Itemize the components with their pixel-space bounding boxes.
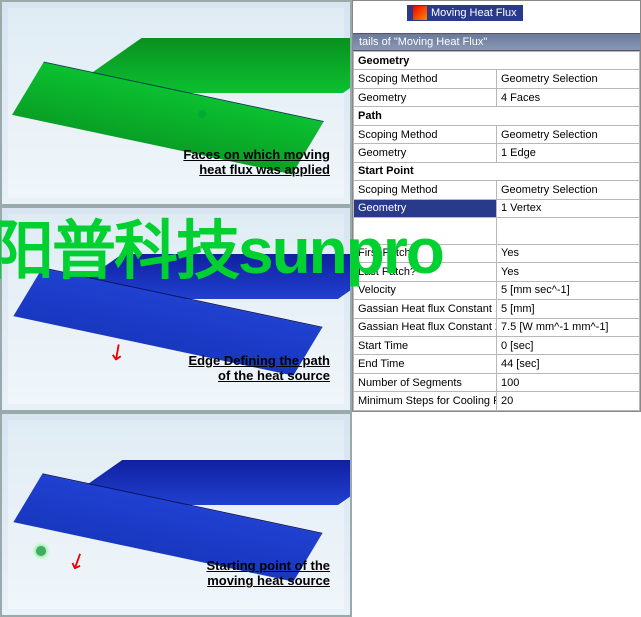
table-row[interactable]: End Time44 [sec] (354, 355, 640, 373)
table-row[interactable]: Number of Segments100 (354, 373, 640, 391)
table-row[interactable]: Last Patch?Yes (354, 263, 640, 281)
viewport-edge[interactable]: ↙ Edge Defining the path of the heat sou… (0, 206, 352, 412)
vertex-marker (36, 546, 46, 556)
empty-area (352, 412, 641, 617)
table-row[interactable]: Minimum Steps for Cooling Phase20 (354, 392, 640, 411)
caption-edge: Edge Defining the path of the heat sourc… (188, 353, 330, 384)
viewport-startpoint[interactable]: ↙ Starting point of the moving heat sour… (0, 412, 352, 617)
table-row[interactable]: Scoping MethodGeometry Selection (354, 181, 640, 199)
properties-panel: Moving Heat Flux tails of "Moving Heat F… (352, 0, 641, 412)
tree-node-label: Moving Heat Flux (431, 7, 517, 19)
properties-table: Geometry Scoping MethodGeometry Selectio… (353, 51, 640, 411)
table-row[interactable]: Geometry4 Faces (354, 88, 640, 106)
section-start-point[interactable]: Start Point (354, 162, 640, 180)
table-row[interactable]: Scoping MethodGeometry Selection (354, 125, 640, 143)
table-row[interactable]: First Patch?Yes (354, 244, 640, 262)
table-row[interactable] (354, 218, 640, 245)
table-row[interactable]: Scoping MethodGeometry Selection (354, 70, 640, 88)
section-path[interactable]: Path (354, 107, 640, 125)
section-geometry[interactable]: Geometry (354, 52, 640, 70)
table-row[interactable]: Geometry1 Edge (354, 144, 640, 162)
table-row[interactable]: Start Time0 [sec] (354, 337, 640, 355)
selection-marker (198, 110, 206, 118)
table-row[interactable]: Gassian Heat flux Constant 27.5 [W mm^-1… (354, 318, 640, 336)
caption-startpoint: Starting point of the moving heat source (207, 558, 330, 589)
viewport-faces[interactable]: Faces on which moving heat flux was appl… (0, 0, 352, 206)
table-row-selected[interactable]: Geometry1 Vertex (354, 199, 640, 217)
table-row[interactable]: Gassian Heat flux Constant 15 [mm] (354, 300, 640, 318)
tree-node-moving-heat-flux[interactable]: Moving Heat Flux (407, 5, 523, 21)
model-bracket-edge (28, 244, 308, 364)
details-header: tails of "Moving Heat Flux" (353, 33, 640, 51)
caption-faces: Faces on which moving heat flux was appl… (183, 147, 330, 178)
outline-tree[interactable]: Moving Heat Flux (353, 1, 640, 33)
model-bracket-green (28, 38, 308, 158)
table-row[interactable]: Velocity5 [mm sec^-1] (354, 281, 640, 299)
heat-flux-icon (413, 6, 427, 20)
